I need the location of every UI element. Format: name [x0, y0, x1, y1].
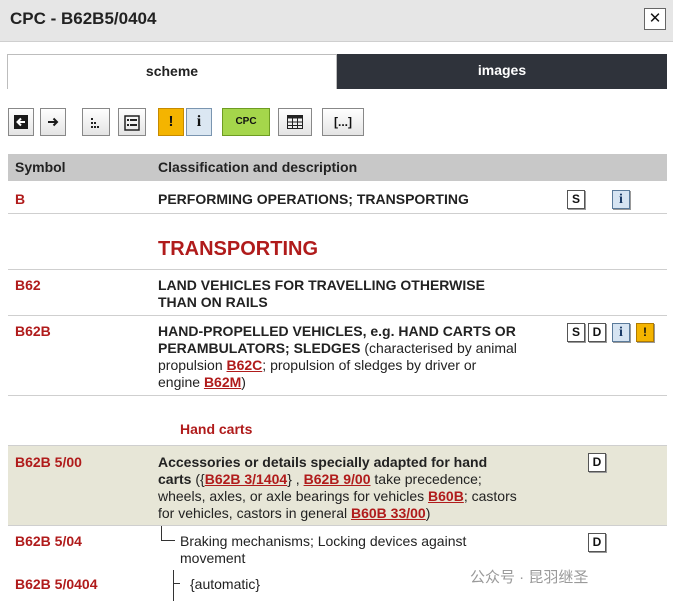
symbol-column-header: Symbol	[15, 159, 66, 175]
reference-link[interactable]: B62B 9/00	[304, 471, 371, 487]
title-bar: CPC - B62B5/0404 ✕	[0, 0, 673, 42]
row-symbol[interactable]: B62B 5/0404	[15, 576, 98, 592]
subheading-row: Hand carts	[8, 396, 667, 446]
bracket-button[interactable]: [...]	[322, 108, 364, 136]
row-symbol[interactable]: B62B	[15, 323, 51, 339]
close-button[interactable]: ✕	[644, 8, 666, 30]
description-text: ; propulsion of sledges by driver or	[262, 357, 477, 373]
watermark-text: 公众号 · 昆羽继圣	[470, 569, 589, 586]
arrow-left-icon	[14, 115, 28, 129]
description-text: take precedence;	[370, 471, 482, 487]
row-symbol[interactable]: B	[15, 191, 25, 207]
outline-icon	[124, 115, 140, 131]
table-row: B62B 5/00 Accessories or details special…	[8, 446, 667, 526]
tree-connector	[173, 570, 174, 601]
description-text: (characterised by animal	[360, 340, 517, 356]
arrow-right-icon	[48, 117, 59, 127]
cpc-button[interactable]: CPC	[222, 108, 270, 136]
reference-link[interactable]: B60B 33/00	[351, 505, 426, 521]
tab-bar: scheme images	[7, 54, 667, 89]
description-text: movement	[180, 550, 246, 566]
grid-icon	[287, 115, 303, 129]
description-text: ({	[191, 471, 205, 487]
info-icon[interactable]: i	[612, 190, 630, 209]
title-line: LAND VEHICLES FOR TRAVELLING OTHERWISE	[158, 277, 485, 293]
subheading: Hand carts	[180, 421, 253, 437]
description-text: engine	[158, 374, 204, 390]
row-symbol[interactable]: B62B 5/00	[15, 454, 82, 470]
title-line: carts	[158, 471, 192, 487]
title-line: THAN ON RAILS	[158, 294, 268, 310]
description-text: propulsion	[158, 357, 227, 373]
tree-connector	[161, 540, 175, 541]
tab-scheme[interactable]: scheme	[7, 54, 337, 89]
warning-button[interactable]: !	[158, 108, 184, 136]
back-button[interactable]	[8, 108, 34, 136]
statistics-icon[interactable]: S	[567, 323, 585, 342]
title-line: Accessories or details specially adapted…	[158, 454, 488, 470]
title-line: PERAMBULATORS; SLEDGES	[158, 340, 361, 356]
table-row: B PERFORMING OPERATIONS; TRANSPORTING S …	[8, 182, 667, 214]
row-description: Accessories or details specially adapted…	[158, 454, 517, 522]
info-icon[interactable]: i	[612, 323, 630, 342]
row-description: HAND-PROPELLED VEHICLES, e.g. HAND CARTS…	[158, 323, 517, 391]
window-title: CPC - B62B5/0404	[10, 9, 157, 28]
reference-link[interactable]: B62C	[227, 357, 263, 373]
row-title: LAND VEHICLES FOR TRAVELLING OTHERWISE T…	[158, 277, 485, 311]
tree-icon	[91, 118, 99, 128]
title-line: HAND-PROPELLED VEHICLES, e.g. HAND CARTS…	[158, 323, 516, 339]
section-title: TRANSPORTING	[158, 238, 318, 260]
statistics-icon[interactable]: S	[567, 190, 585, 209]
description-text: } ,	[287, 471, 304, 487]
table-header: Symbol Classification and description	[8, 154, 667, 181]
row-description: Braking mechanisms; Locking devices agai…	[180, 533, 466, 567]
expand-view-button[interactable]	[118, 108, 146, 136]
info-button[interactable]: i	[186, 108, 212, 136]
forward-button[interactable]	[40, 108, 66, 136]
table-row: B62B HAND-PROPELLED VEHICLES, e.g. HAND …	[8, 316, 667, 396]
row-description: {automatic}	[190, 576, 261, 592]
description-text: ; castors	[463, 488, 517, 504]
row-symbol[interactable]: B62B 5/04	[15, 533, 82, 549]
tab-images[interactable]: images	[337, 54, 667, 89]
definition-icon[interactable]: D	[588, 323, 606, 342]
description-text: Braking mechanisms; Locking devices agai…	[180, 533, 467, 549]
reference-link[interactable]: B62M	[204, 374, 241, 390]
tree-connector	[173, 583, 180, 584]
warning-icon[interactable]: !	[636, 323, 654, 342]
table-button[interactable]	[278, 108, 312, 136]
table-row: B62 LAND VEHICLES FOR TRAVELLING OTHERWI…	[8, 270, 667, 316]
tree-view-button[interactable]	[82, 108, 110, 136]
row-title: PERFORMING OPERATIONS; TRANSPORTING	[158, 191, 469, 207]
table-row: B62B 5/04 Braking mechanisms; Locking de…	[8, 526, 667, 570]
row-symbol[interactable]: B62	[15, 277, 41, 293]
reference-link[interactable]: B60B	[428, 488, 464, 504]
reference-link[interactable]: B62B 3/1404	[205, 471, 288, 487]
description-text: )	[241, 374, 246, 390]
description-text: for vehicles, castors in general	[158, 505, 351, 521]
definition-icon[interactable]: D	[588, 533, 606, 552]
description-column-header: Classification and description	[158, 159, 358, 175]
description-text: wheels, axles, or axle bearings for vehi…	[158, 488, 429, 504]
section-row: TRANSPORTING	[8, 214, 667, 270]
tree-connector	[161, 526, 162, 540]
description-text: )	[425, 505, 431, 521]
definition-icon[interactable]: D	[588, 453, 606, 472]
